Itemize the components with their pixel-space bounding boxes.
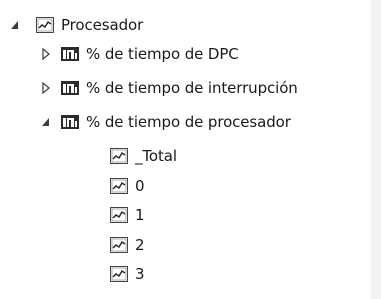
scrollbar-track[interactable] (371, 0, 381, 299)
expanded-arrow-icon[interactable] (39, 115, 53, 129)
instance-counter-icon (61, 80, 79, 96)
node-label: % de tiempo de procesador (86, 113, 291, 131)
line-chart-icon (36, 17, 54, 33)
node-label: % de tiempo de DPC (86, 45, 239, 63)
expanded-arrow-icon[interactable] (8, 18, 22, 32)
tree-node-instance-2[interactable]: 2 (110, 232, 145, 258)
line-chart-icon (110, 207, 128, 223)
collapsed-arrow-icon[interactable] (39, 47, 53, 61)
line-chart-icon (110, 178, 128, 194)
line-chart-icon (110, 237, 128, 253)
node-label: 0 (135, 177, 145, 195)
node-label: 3 (135, 265, 145, 283)
node-label: 1 (135, 206, 145, 224)
tree-node-instance-total[interactable]: _Total (110, 143, 177, 169)
tree-node-dpc-time[interactable]: % de tiempo de DPC (39, 41, 239, 67)
collapsed-arrow-icon[interactable] (39, 81, 53, 95)
node-label: _Total (135, 147, 177, 165)
node-label: Procesador (61, 16, 144, 34)
tree-node-processor-time[interactable]: % de tiempo de procesador (39, 109, 291, 135)
node-label: 2 (135, 236, 145, 254)
tree-node-instance-0[interactable]: 0 (110, 173, 145, 199)
instance-counter-icon (61, 46, 79, 62)
line-chart-icon (110, 148, 128, 164)
tree-node-instance-1[interactable]: 1 (110, 202, 145, 228)
node-label: % de tiempo de interrupción (86, 79, 298, 97)
line-chart-icon (110, 266, 128, 282)
tree-node-interrupt-time[interactable]: % de tiempo de interrupción (39, 75, 298, 101)
instance-counter-icon (61, 114, 79, 130)
counter-tree: Procesador % de tiempo de DPC % de tiemp… (0, 0, 381, 299)
tree-node-procesador[interactable]: Procesador (8, 12, 143, 38)
tree-node-instance-3[interactable]: 3 (110, 261, 145, 287)
